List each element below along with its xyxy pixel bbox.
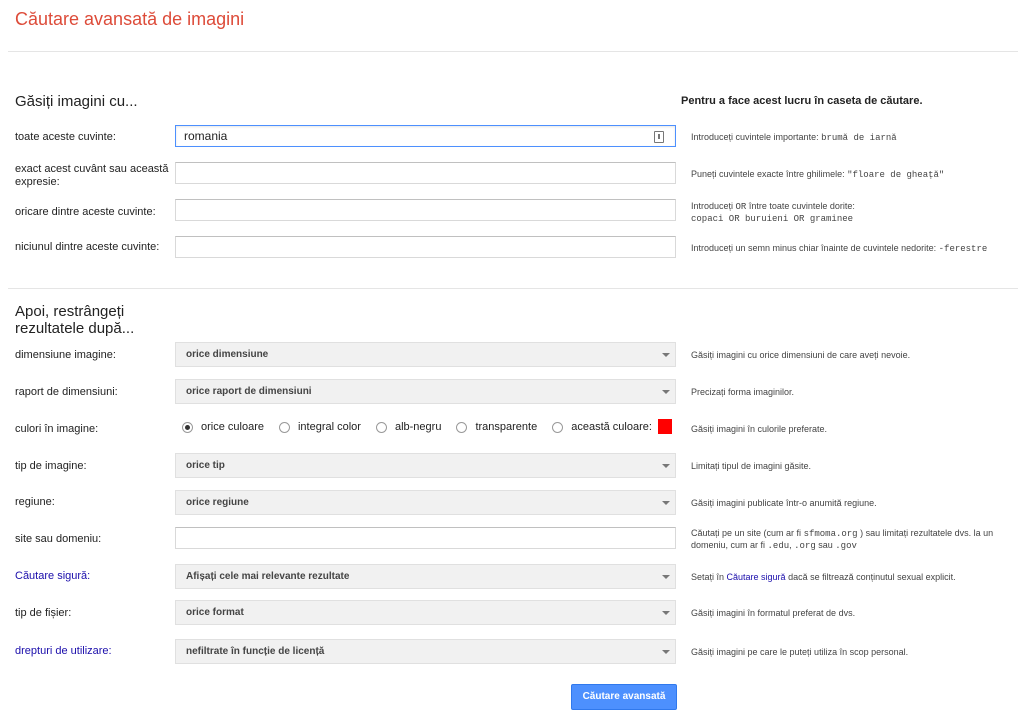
file-type-select[interactable]: orice format: [175, 600, 676, 625]
aspect-ratio-label: raport de dimensiuni:: [15, 386, 118, 398]
color-swatch[interactable]: [658, 419, 672, 434]
search-box-heading: Pentru a face acest lucru în caseta de c…: [681, 95, 923, 107]
exact-phrase-label: exact acest cuvânt sau această expresie:: [15, 163, 169, 188]
any-words-input[interactable]: [175, 199, 676, 221]
advanced-search-button[interactable]: Căutare avansată: [571, 684, 677, 710]
radio-black-white[interactable]: alb-negru: [375, 421, 441, 433]
region-label: regiune:: [15, 496, 55, 508]
radio-circle[interactable]: [182, 421, 193, 433]
radio-any-color[interactable]: orice culoare: [182, 421, 264, 433]
image-type-select[interactable]: orice tip: [175, 453, 676, 478]
color-radio-group: orice culoare integral color alb-negru t…: [182, 419, 667, 435]
chevron-down-icon: [662, 501, 670, 505]
chevron-down-icon: [662, 390, 670, 394]
colors-label: culori în imagine:: [15, 423, 99, 435]
radio-this-color[interactable]: această culoare:: [552, 421, 652, 433]
none-words-label: niciunul dintre aceste cuvinte:: [15, 241, 160, 253]
safe-search-select[interactable]: Afișați cele mai relevante rezultate: [175, 564, 676, 589]
radio-circle[interactable]: [375, 421, 387, 433]
usage-rights-hint: Găsiți imagini pe care le puteți utiliza…: [691, 647, 909, 657]
safe-search-hint-link[interactable]: Căutare sigură: [727, 572, 786, 582]
usage-rights-select[interactable]: nefiltrate în funcție de licență: [175, 639, 676, 664]
colors-hint: Găsiți imagini în culorile preferate.: [691, 424, 828, 434]
radio-full-color[interactable]: integral color: [278, 421, 361, 433]
image-size-hint: Găsiți imagini cu orice dimensiuni de ca…: [691, 350, 911, 360]
site-input[interactable]: [175, 527, 676, 549]
exact-phrase-input[interactable]: [175, 162, 676, 184]
chevron-down-icon: [662, 353, 670, 357]
any-words-hint: Introduceți OR între toate cuvintele dor…: [691, 201, 855, 224]
keyboard-icon[interactable]: [654, 131, 664, 143]
region-select[interactable]: orice regiune: [175, 490, 676, 515]
image-size-label: dimensiune imagine:: [15, 349, 116, 361]
section-divider: [8, 288, 1018, 289]
usage-rights-link[interactable]: drepturi de utilizare:: [15, 645, 180, 658]
narrow-section-heading: Apoi, restrângeți rezultatele după...: [15, 303, 135, 337]
image-type-label: tip de imagine:: [15, 460, 87, 472]
radio-circle[interactable]: [456, 421, 468, 433]
aspect-ratio-hint: Precizați forma imaginilor.: [691, 387, 795, 397]
page-title: Căutare avansată de imagini: [15, 9, 245, 29]
region-hint: Găsiți imagini publicate într-o anumită …: [691, 498, 877, 508]
safe-search-hint: Setați în Căutare sigură dacă se filtrea…: [691, 572, 956, 582]
image-type-hint: Limitați tipul de imagini găsite.: [691, 461, 812, 471]
all-words-input[interactable]: [175, 125, 676, 147]
all-words-hint: Introduceți cuvintele importante: brumă …: [691, 132, 897, 143]
chevron-down-icon: [662, 575, 670, 579]
none-words-hint: Introduceți un semn minus chiar înainte …: [691, 243, 988, 254]
find-section-heading: Găsiți imagini cu...: [15, 93, 138, 110]
radio-transparent[interactable]: transparente: [456, 421, 537, 433]
aspect-ratio-select[interactable]: orice raport de dimensiuni: [175, 379, 676, 404]
any-words-label: oricare dintre aceste cuvinte:: [15, 206, 156, 218]
chevron-down-icon: [662, 464, 670, 468]
site-hint: Căutați pe un site (cum ar fi sfmoma.org…: [691, 528, 994, 551]
safe-search-link[interactable]: Căutare sigură:: [15, 570, 180, 583]
none-words-input[interactable]: [175, 236, 676, 258]
radio-circle[interactable]: [552, 421, 564, 433]
file-type-label: tip de fișier:: [15, 607, 72, 619]
title-divider: [8, 51, 1018, 52]
radio-circle[interactable]: [278, 421, 290, 433]
file-type-hint: Găsiți imagini în formatul preferat de d…: [691, 608, 856, 618]
image-size-select[interactable]: orice dimensiune: [175, 342, 676, 367]
chevron-down-icon: [662, 650, 670, 654]
all-words-label: toate aceste cuvinte:: [15, 131, 116, 143]
exact-phrase-hint: Puneți cuvintele exacte între ghilimele:…: [691, 169, 945, 180]
site-label: site sau domeniu:: [15, 533, 102, 545]
chevron-down-icon: [662, 611, 670, 615]
